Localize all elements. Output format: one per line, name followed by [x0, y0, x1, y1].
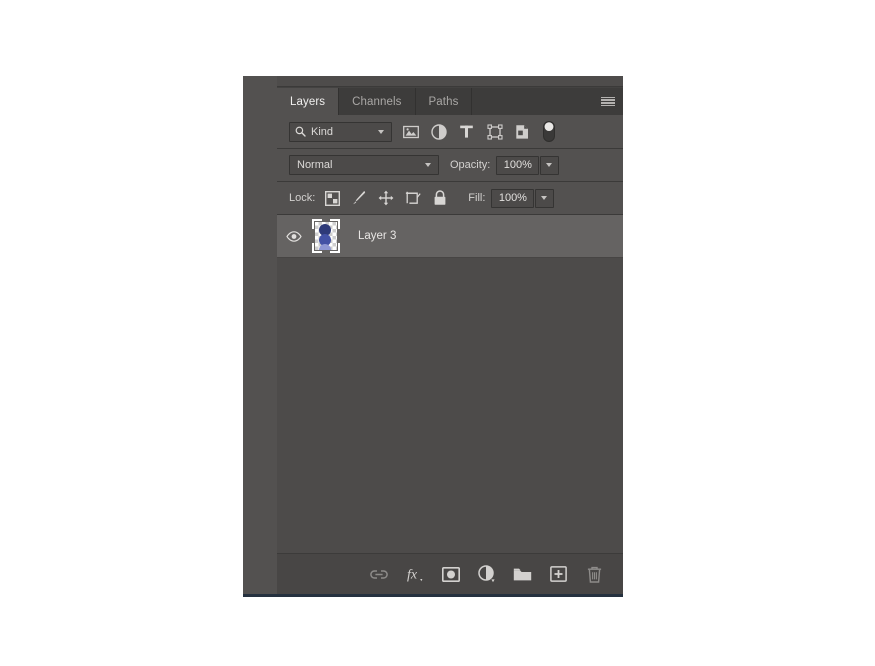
panel-top-strip — [277, 76, 623, 87]
delete-layer-icon[interactable] — [584, 564, 605, 585]
fill-input[interactable]: 100% — [491, 188, 535, 208]
fill-label: Fill: — [468, 192, 486, 204]
panel-dock: Layers Channels Paths Kind Normal Opacit… — [243, 76, 623, 597]
filter-toggle-switch-icon[interactable] — [543, 121, 555, 142]
chevron-down-icon — [541, 196, 548, 200]
lock-all-icon[interactable] — [432, 190, 448, 206]
layer-thumbnail[interactable] — [310, 217, 342, 255]
lock-position-icon[interactable] — [378, 190, 394, 206]
filter-type-icons — [402, 123, 531, 140]
thumbnail-corner-bracket — [312, 243, 322, 253]
tab-channels[interactable]: Channels — [339, 88, 416, 115]
lock-label: Lock: — [289, 192, 316, 204]
hamburger-menu-bars — [601, 96, 615, 107]
lock-row: Lock: Fill: 100% — [277, 182, 623, 215]
eye-icon — [285, 230, 302, 242]
search-icon — [295, 126, 306, 137]
layers-panel: Layers Channels Paths Kind Normal Opacit… — [277, 76, 623, 594]
panel-tab-bar: Layers Channels Paths — [277, 88, 623, 115]
layer-name-label[interactable]: Layer 3 — [358, 230, 396, 242]
layers-bottom-toolbar: fx — [277, 553, 623, 594]
tab-paths-label: Paths — [428, 95, 459, 108]
adjustment-layer-filter-icon[interactable] — [430, 123, 447, 140]
lock-image-pixels-icon[interactable] — [351, 190, 367, 206]
link-layers-icon[interactable] — [368, 564, 389, 585]
smart-object-filter-icon[interactable] — [514, 123, 531, 140]
chevron-down-icon — [425, 163, 432, 167]
layer-visibility-toggle[interactable] — [277, 230, 310, 242]
tab-bar-spacer — [472, 88, 593, 115]
opacity-label: Opacity: — [450, 159, 491, 171]
thumbnail-corner-bracket — [330, 219, 340, 229]
lock-transparent-pixels-icon[interactable] — [324, 190, 340, 206]
opacity-input[interactable]: 100% — [496, 155, 540, 175]
table-row[interactable]: Layer 3 — [277, 215, 623, 258]
new-layer-icon[interactable] — [548, 564, 569, 585]
hamburger-menu-icon[interactable] — [593, 88, 623, 115]
blend-mode-row: Normal Opacity: 100% — [277, 149, 623, 182]
lock-icon-group — [324, 190, 448, 206]
opacity-stepper[interactable] — [540, 155, 560, 175]
new-group-icon[interactable] — [512, 564, 533, 585]
dock-gutter — [243, 76, 277, 594]
filter-kind-dropdown[interactable]: Kind — [289, 121, 392, 142]
shape-layer-filter-icon[interactable] — [486, 123, 503, 140]
pixel-layer-filter-icon[interactable] — [402, 123, 419, 140]
blend-mode-dropdown[interactable]: Normal — [289, 155, 439, 175]
layer-list[interactable]: Layer 3 — [277, 215, 623, 553]
prevent-auto-nesting-icon[interactable] — [405, 190, 421, 206]
layer-style-fx-icon[interactable]: fx — [404, 564, 425, 585]
chevron-down-icon — [378, 129, 385, 134]
filter-kind-label: Kind — [311, 125, 334, 138]
svg-text:fx: fx — [407, 568, 418, 583]
tab-paths[interactable]: Paths — [415, 88, 473, 115]
add-layer-mask-icon[interactable] — [440, 564, 461, 585]
fill-stepper[interactable] — [535, 188, 555, 208]
tab-layers-label: Layers — [290, 95, 326, 108]
new-adjustment-layer-icon[interactable] — [476, 564, 497, 585]
thumbnail-corner-bracket — [330, 243, 340, 253]
tab-channels-label: Channels — [352, 95, 402, 108]
chevron-down-icon — [546, 163, 553, 167]
thumbnail-corner-bracket — [312, 219, 322, 229]
type-layer-filter-icon[interactable] — [458, 123, 475, 140]
blend-mode-value: Normal — [297, 159, 333, 171]
layer-filter-row: Kind — [277, 115, 623, 149]
tab-layers[interactable]: Layers — [277, 88, 340, 115]
